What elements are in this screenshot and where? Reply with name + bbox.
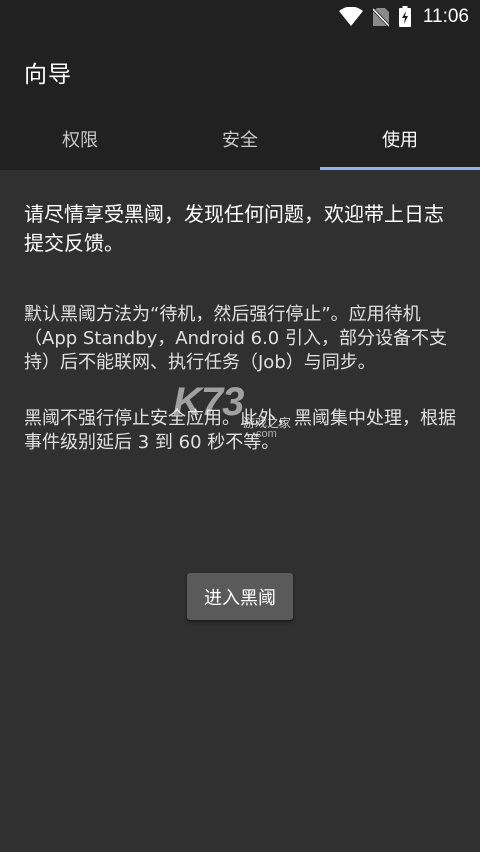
description-paragraph: 黑阈不强行停止安全应用。此外，黑阈集中处理，根据事件级别延后 3 到 60 秒不… (24, 408, 456, 453)
status-bar: 11:06 (0, 0, 480, 33)
tab-usage[interactable]: 使用 (320, 108, 480, 170)
battery-charging-icon (398, 6, 411, 27)
tab-bar: 权限 安全 使用 (0, 108, 480, 170)
app-title: 向导 (24, 62, 72, 88)
status-time: 11:06 (422, 5, 469, 27)
content: 请尽情享受黑阈，发现任何问题，欢迎带上日志提交反馈。 默认黑阈方法为“待机，然后… (24, 200, 456, 455)
screen: 11:06 向导 权限 安全 使用 请尽情享受黑阈，发现任何问题，欢迎带上日志提… (0, 0, 480, 852)
tab-label: 安全 (222, 130, 258, 151)
tab-indicator (0, 167, 160, 170)
tab-permissions[interactable]: 权限 (0, 108, 160, 170)
tab-label: 权限 (62, 130, 98, 151)
intro-text: 请尽情享受黑阈，发现任何问题，欢迎带上日志提交反馈。 (24, 202, 444, 255)
tab-indicator (320, 167, 480, 170)
description-paragraph: 默认黑阈方法为“待机，然后强行停止”。应用待机（App Standby，Andr… (24, 304, 447, 373)
enter-button[interactable]: 进入黑阈 (187, 573, 293, 620)
tab-label: 使用 (382, 130, 418, 151)
no-sim-icon (372, 7, 389, 27)
status-icons: 11:06 (338, 0, 469, 33)
wifi-icon (338, 6, 363, 27)
tab-indicator (160, 167, 320, 170)
tab-security[interactable]: 安全 (160, 108, 320, 170)
app-bar: 向导 (0, 33, 480, 108)
